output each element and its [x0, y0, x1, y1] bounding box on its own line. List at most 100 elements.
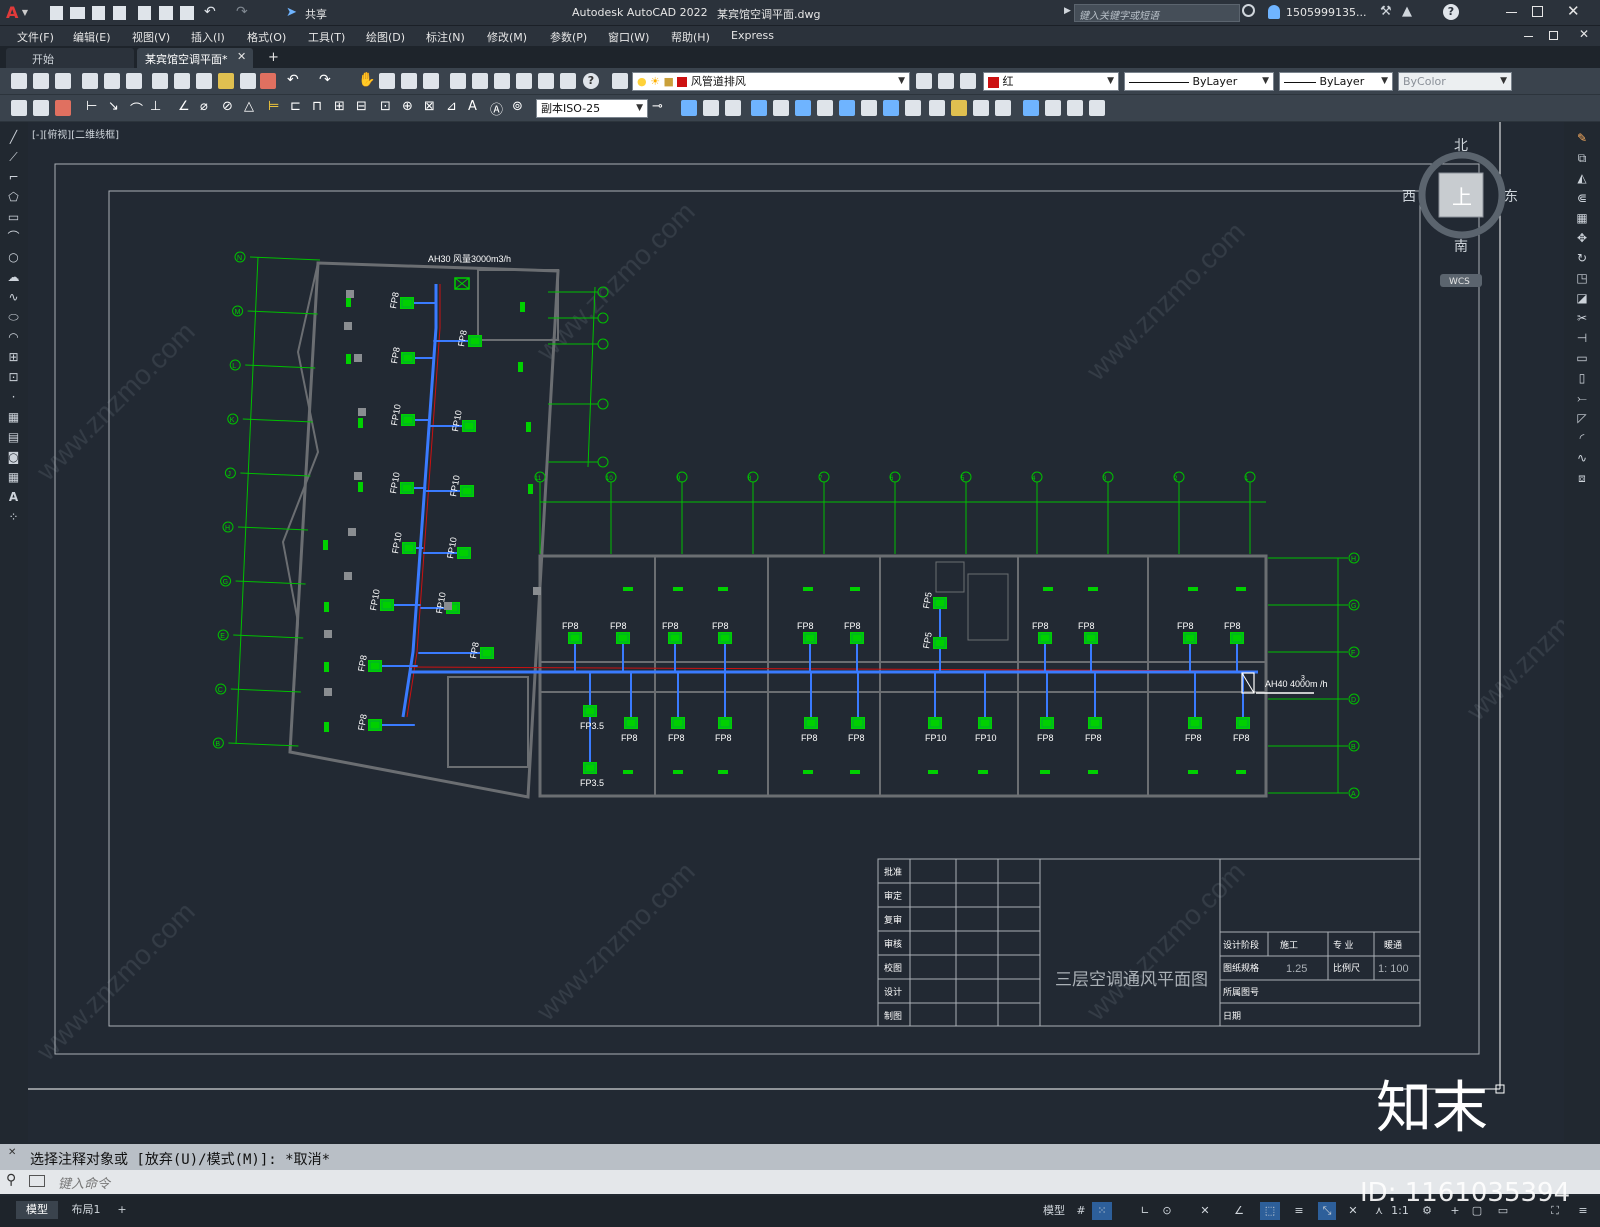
close-button[interactable]: ✕: [1567, 2, 1580, 20]
osnap-track-icon[interactable]: ∠: [1230, 1202, 1248, 1220]
menu-window[interactable]: 窗口(W): [608, 29, 649, 45]
matchprop2-icon[interactable]: [260, 73, 276, 89]
redo-icon[interactable]: ↷: [236, 4, 248, 20]
inspect-icon[interactable]: ⊠: [424, 99, 435, 114]
viewcube-west[interactable]: 西: [1402, 189, 1416, 205]
grid-icon[interactable]: #: [1072, 1202, 1090, 1220]
explode-icon[interactable]: ⧈: [1574, 470, 1590, 486]
aligned-dim-icon[interactable]: ↘: [108, 99, 119, 114]
arc-icon[interactable]: ⌒: [6, 230, 21, 245]
annotation-scale[interactable]: 1:1: [1388, 1202, 1412, 1220]
make-block-icon[interactable]: ⊡: [6, 370, 21, 385]
auto-scale-icon[interactable]: ⋏: [1370, 1202, 1388, 1220]
copy-object-icon[interactable]: ⧉: [1574, 150, 1590, 166]
modify-13-icon[interactable]: [951, 100, 967, 116]
command-recent-icon[interactable]: [29, 1175, 45, 1187]
layer-manager-icon[interactable]: [612, 73, 628, 89]
center-mark-icon[interactable]: ⊕: [402, 99, 413, 114]
sheetset-icon[interactable]: [516, 73, 532, 89]
stretch-icon[interactable]: ◪: [1574, 290, 1590, 306]
menu-view[interactable]: 视图(V): [132, 29, 170, 45]
dim-edit-icon[interactable]: A: [468, 99, 477, 114]
snap-icon[interactable]: ⁙: [1092, 1202, 1112, 1220]
rectangle-icon[interactable]: ▭: [6, 210, 21, 225]
minimize-button[interactable]: [1506, 12, 1517, 13]
quick-new-icon[interactable]: [50, 6, 63, 20]
properties-icon[interactable]: [450, 73, 466, 89]
preview-icon[interactable]: [104, 73, 120, 89]
menu-express[interactable]: Express: [731, 29, 774, 42]
viewcube-east[interactable]: 东: [1504, 189, 1518, 205]
ordinate-dim-icon[interactable]: ⊥: [150, 99, 161, 114]
revcloud-icon[interactable]: ☁: [6, 270, 21, 285]
menu-modify[interactable]: 修改(M): [487, 29, 527, 45]
quick-dim-icon[interactable]: ⊨: [268, 99, 279, 114]
user-name[interactable]: 1505999135...: [1286, 6, 1366, 19]
clean-screen-icon[interactable]: ⛶: [1546, 1202, 1564, 1220]
doc-close-button[interactable]: ✕: [1579, 27, 1589, 41]
quick-publish-icon[interactable]: [138, 6, 151, 20]
plotstyle-dropdown[interactable]: ByColor ▼: [1398, 72, 1512, 91]
units-icon[interactable]: ▢: [1468, 1202, 1486, 1220]
make-current-icon[interactable]: [916, 73, 932, 89]
quick-saveas-icon[interactable]: [113, 6, 126, 20]
modify-17-icon[interactable]: [1045, 100, 1061, 116]
hatch-icon[interactable]: ▦: [6, 410, 21, 425]
paste-icon[interactable]: [196, 73, 212, 89]
zoom-previous-icon[interactable]: [423, 73, 439, 89]
tab-add[interactable]: +: [114, 1201, 130, 1219]
baseline-dim-icon[interactable]: ⊏: [290, 99, 301, 114]
break-point-icon[interactable]: ▭: [1574, 350, 1590, 366]
erase-icon[interactable]: ✎: [1574, 130, 1590, 146]
modify-7-icon[interactable]: [817, 100, 833, 116]
share-button[interactable]: 共享: [305, 6, 327, 22]
join-icon[interactable]: ⤚: [1574, 390, 1590, 406]
tab-active-drawing[interactable]: 某宾馆空调平面* ✕: [137, 48, 253, 68]
quick-open-icon[interactable]: [70, 7, 85, 19]
save-icon[interactable]: [55, 73, 71, 89]
tolerance-icon[interactable]: ⊡: [380, 99, 391, 114]
markup-icon[interactable]: [538, 73, 554, 89]
lineweight-toggle-icon[interactable]: ≡: [1290, 1202, 1308, 1220]
modify-19-icon[interactable]: [1089, 100, 1105, 116]
polyline-icon[interactable]: ⌐: [6, 170, 21, 185]
jogged-linear-icon[interactable]: ⊿: [446, 99, 457, 114]
trim-icon[interactable]: ✂: [1574, 310, 1590, 326]
selection-cycling-icon[interactable]: ⤡: [1318, 1202, 1336, 1220]
polar-icon[interactable]: ⊙: [1158, 1202, 1176, 1220]
menu-format[interactable]: 格式(O): [247, 29, 286, 45]
a360-icon[interactable]: ▲: [1402, 4, 1412, 19]
model-space-button[interactable]: 模型: [1040, 1202, 1068, 1220]
mirror-icon[interactable]: ◭: [1574, 170, 1590, 186]
tool-c-icon[interactable]: [55, 100, 71, 116]
modify-2-icon[interactable]: [703, 100, 719, 116]
user-icon[interactable]: [1268, 5, 1280, 19]
cut-icon[interactable]: [152, 73, 168, 89]
dim-update-icon[interactable]: ⊚: [512, 99, 523, 114]
menu-help[interactable]: 帮助(H): [671, 29, 710, 45]
modify-8-icon[interactable]: [839, 100, 855, 116]
region-icon[interactable]: ◙: [6, 450, 21, 465]
menu-file[interactable]: 文件(F): [17, 29, 54, 45]
matchprop-icon[interactable]: [218, 73, 234, 89]
annotation-monitor-icon[interactable]: +: [1446, 1202, 1464, 1220]
tab-close-icon[interactable]: ✕: [237, 50, 246, 63]
layer-previous-icon[interactable]: [938, 73, 954, 89]
angular-dim-icon[interactable]: △: [244, 99, 254, 114]
menu-edit[interactable]: 编辑(E): [73, 29, 111, 45]
modify-10-icon[interactable]: [883, 100, 899, 116]
pan-icon[interactable]: ✋: [358, 72, 375, 88]
new-tab-button[interactable]: +: [268, 50, 279, 65]
continue-dim-icon[interactable]: ⊓: [312, 99, 322, 114]
construction-line-icon[interactable]: ⟋: [6, 150, 21, 165]
ellipse-arc-icon[interactable]: ◠: [6, 330, 21, 345]
modify-14-icon[interactable]: [973, 100, 989, 116]
drawing-canvas[interactable]: [-][俯视][二维线框] www.znzmo.com www.znzmo.co…: [28, 122, 1564, 1142]
quick-print-icon[interactable]: [180, 6, 194, 20]
arc-dim-icon[interactable]: ⌒: [130, 99, 143, 118]
modify-15-icon[interactable]: [995, 100, 1011, 116]
toolpalettes-icon[interactable]: [494, 73, 510, 89]
viewcube-top[interactable]: 上: [1452, 185, 1472, 209]
polygon-icon[interactable]: ⬠: [6, 190, 21, 205]
space-dim-icon[interactable]: ⊞: [334, 99, 345, 114]
